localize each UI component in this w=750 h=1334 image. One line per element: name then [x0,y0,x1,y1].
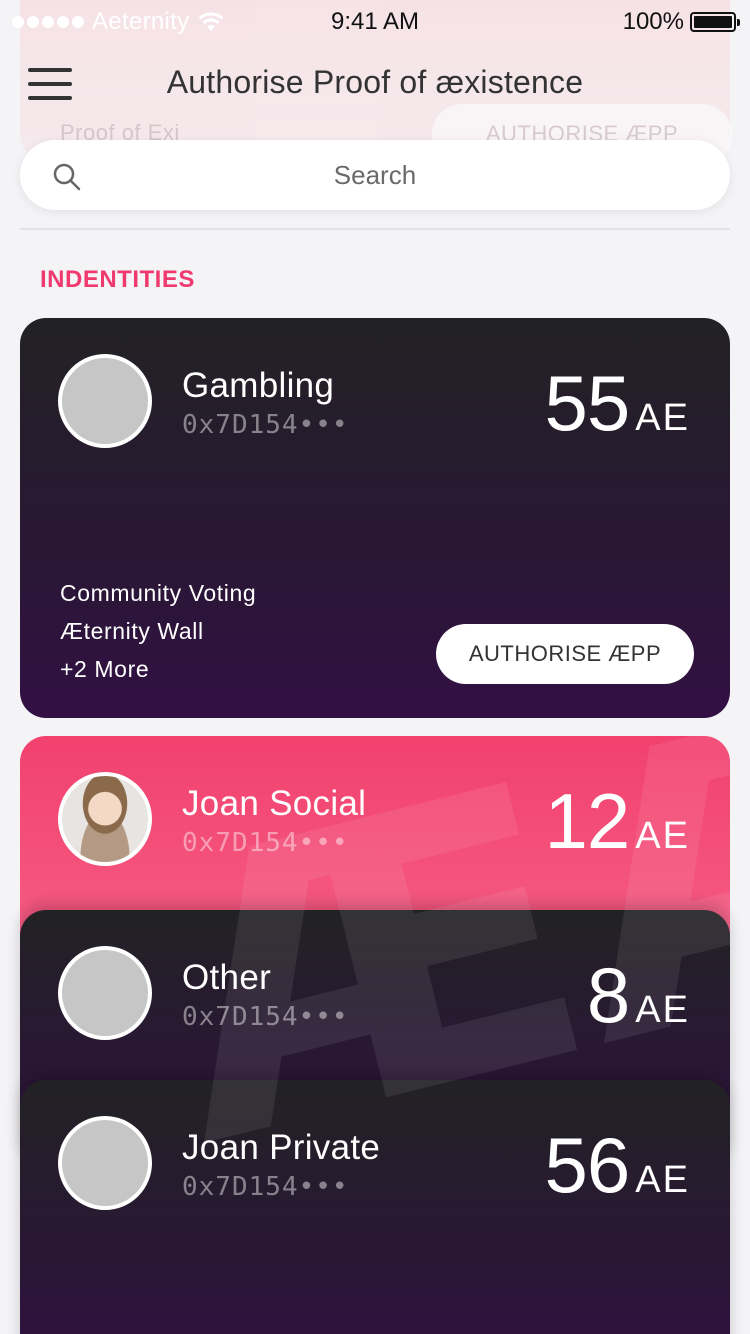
balance-unit: AE [635,989,690,1031]
search-bar[interactable] [20,140,730,210]
balance-unit: AE [635,397,690,439]
search-input[interactable] [100,140,650,210]
permission-list: Community Voting Æternity Wall +2 More [60,574,256,688]
avatar-photo [58,772,152,866]
battery-percentage: 100% [622,8,684,35]
identity-card-gambling[interactable]: Gambling 0x7D154••• 55 AE Community Voti… [20,318,730,718]
status-bar: Aeternity 9:41 AM 100% [0,0,750,40]
more-permissions-link[interactable]: +2 More [60,650,256,688]
balance-value: 12 [544,777,631,865]
balance-value: 8 [586,951,630,1039]
permission-item: Community Voting [60,580,257,606]
balance: 12 AE [545,776,690,867]
balance-value: 56 [544,1121,631,1209]
identity-name: Gambling [182,366,335,405]
authorise-aepp-button[interactable]: AUTHORISE ÆPP [436,624,694,684]
section-label: INDENTITIES [40,266,195,293]
balance: 56 AE [545,1120,690,1211]
avatar [58,1116,152,1210]
identity-name: Other [182,958,272,997]
permission-item: Æternity Wall [60,618,204,644]
avatar [58,354,152,448]
battery-fill [694,16,732,28]
avatar [58,946,152,1040]
identity-address: 0x7D154••• [182,1172,349,1202]
divider [20,228,730,230]
search-icon [53,163,81,191]
identity-card-joan-private[interactable]: ÆÆ Joan Private 0x7D154••• 56 AE [20,1080,730,1334]
identity-address: 0x7D154••• [182,410,349,440]
balance: 55 AE [545,358,690,449]
identity-address: 0x7D154••• [182,828,349,858]
status-right: 100% [622,8,740,36]
hamburger-menu-icon[interactable] [28,68,72,100]
page-title: Authorise Proof of æxistence [166,64,584,100]
identity-name: Joan Social [182,784,367,823]
battery-icon [690,12,740,32]
balance-unit: AE [635,1159,690,1201]
identity-address: 0x7D154••• [182,1002,349,1032]
balance-value: 55 [544,359,631,447]
balance: 8 AE [587,950,690,1041]
identity-name: Joan Private [182,1128,381,1167]
balance-unit: AE [635,815,690,857]
